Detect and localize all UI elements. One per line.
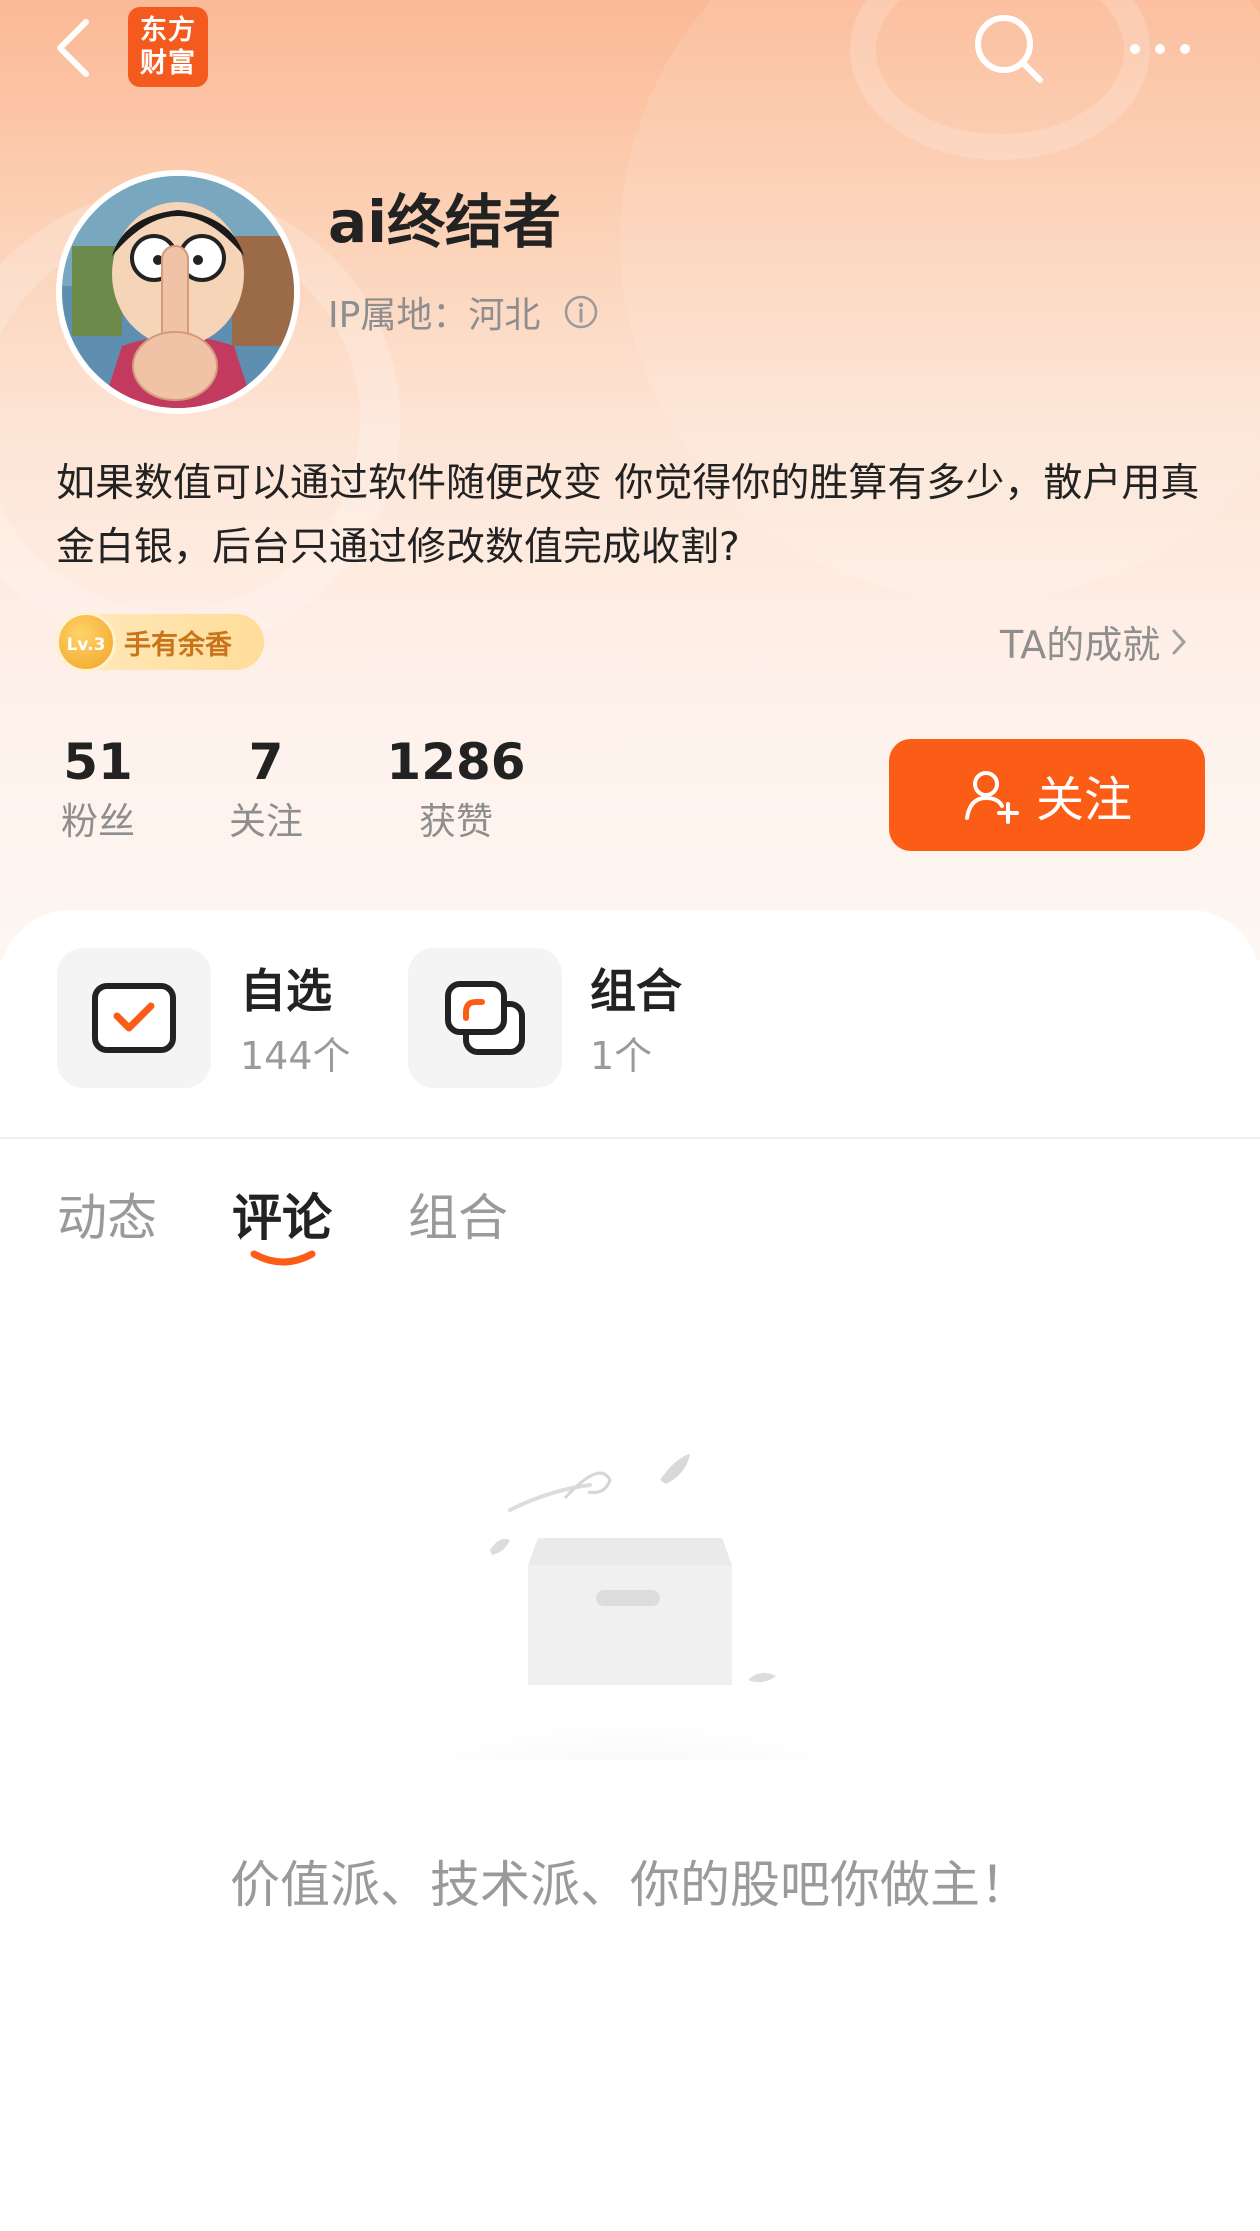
more-dots-icon bbox=[1130, 44, 1140, 54]
active-tab-indicator bbox=[250, 1250, 316, 1266]
watchlist-count: 144个 bbox=[240, 1034, 351, 1078]
bio-text: 如果数值可以通过软件随便改变 你觉得你的胜算有多少，散户用真金白银，后台只通过修… bbox=[56, 461, 1200, 570]
empty-box-icon bbox=[380, 1454, 880, 1760]
stat-value: 51 bbox=[63, 733, 133, 791]
portfolio-shortcut[interactable] bbox=[408, 948, 562, 1088]
tab-portfolio[interactable]: 组合 bbox=[408, 1178, 508, 1250]
badge-title: 手有余香 bbox=[124, 629, 232, 661]
follow-button-label: 关注 bbox=[1035, 772, 1132, 828]
ip-location-row: IP属地：河北 bbox=[328, 286, 600, 338]
logo-line-2: 财富 bbox=[140, 48, 196, 79]
stat-label: 关注 bbox=[229, 800, 303, 843]
back-arrow-icon bbox=[57, 19, 89, 77]
info-icon[interactable] bbox=[562, 293, 600, 331]
eastmoney-logo: 东方 财富 bbox=[128, 7, 208, 87]
watchlist-shortcut[interactable] bbox=[57, 948, 211, 1088]
search-button[interactable] bbox=[968, 8, 1048, 88]
tab-comments[interactable]: 评论 bbox=[232, 1178, 332, 1250]
avatar[interactable] bbox=[56, 170, 300, 414]
section-divider bbox=[0, 1137, 1260, 1139]
stat-following[interactable]: 7 关注 bbox=[224, 730, 308, 850]
portfolio-icon bbox=[445, 981, 525, 1055]
stat-label: 粉丝 bbox=[61, 800, 135, 843]
stat-value: 1286 bbox=[386, 733, 526, 791]
follow-button[interactable]: 关注 bbox=[889, 739, 1205, 851]
username: ai终结者 bbox=[328, 188, 562, 256]
avatar-image bbox=[62, 176, 294, 408]
logo-line-1: 东方 bbox=[140, 15, 196, 46]
chevron-right-icon bbox=[1172, 629, 1187, 654]
achievements-label: TA的成就 bbox=[1000, 623, 1161, 667]
add-user-icon bbox=[964, 771, 1019, 824]
back-button[interactable] bbox=[52, 18, 102, 78]
more-dot bbox=[1155, 44, 1165, 54]
achievements-link[interactable]: TA的成就 bbox=[1000, 614, 1188, 669]
stat-label: 获赞 bbox=[419, 800, 493, 843]
more-dot bbox=[1180, 44, 1190, 54]
more-button[interactable] bbox=[1125, 30, 1195, 66]
stat-followers[interactable]: 51 粉丝 bbox=[56, 730, 140, 850]
stat-value: 7 bbox=[248, 733, 284, 791]
empty-state-message: 价值派、技术派、你的股吧你做主！ bbox=[230, 1856, 1030, 1914]
tab-dynamics[interactable]: 动态 bbox=[57, 1178, 157, 1250]
portfolio-title[interactable]: 组合 bbox=[590, 955, 682, 1021]
search-icon bbox=[975, 15, 1043, 83]
watchlist-title[interactable]: 自选 bbox=[240, 955, 332, 1021]
portfolio-count: 1个 bbox=[590, 1034, 653, 1078]
level-icon: Lv.3 bbox=[56, 612, 116, 672]
level-badge[interactable]: Lv.3 手有余香 bbox=[56, 612, 264, 672]
stat-likes[interactable]: 1286 获赞 bbox=[386, 730, 526, 850]
watchlist-check-icon bbox=[92, 983, 176, 1053]
ip-location: IP属地：河北 bbox=[328, 295, 541, 336]
